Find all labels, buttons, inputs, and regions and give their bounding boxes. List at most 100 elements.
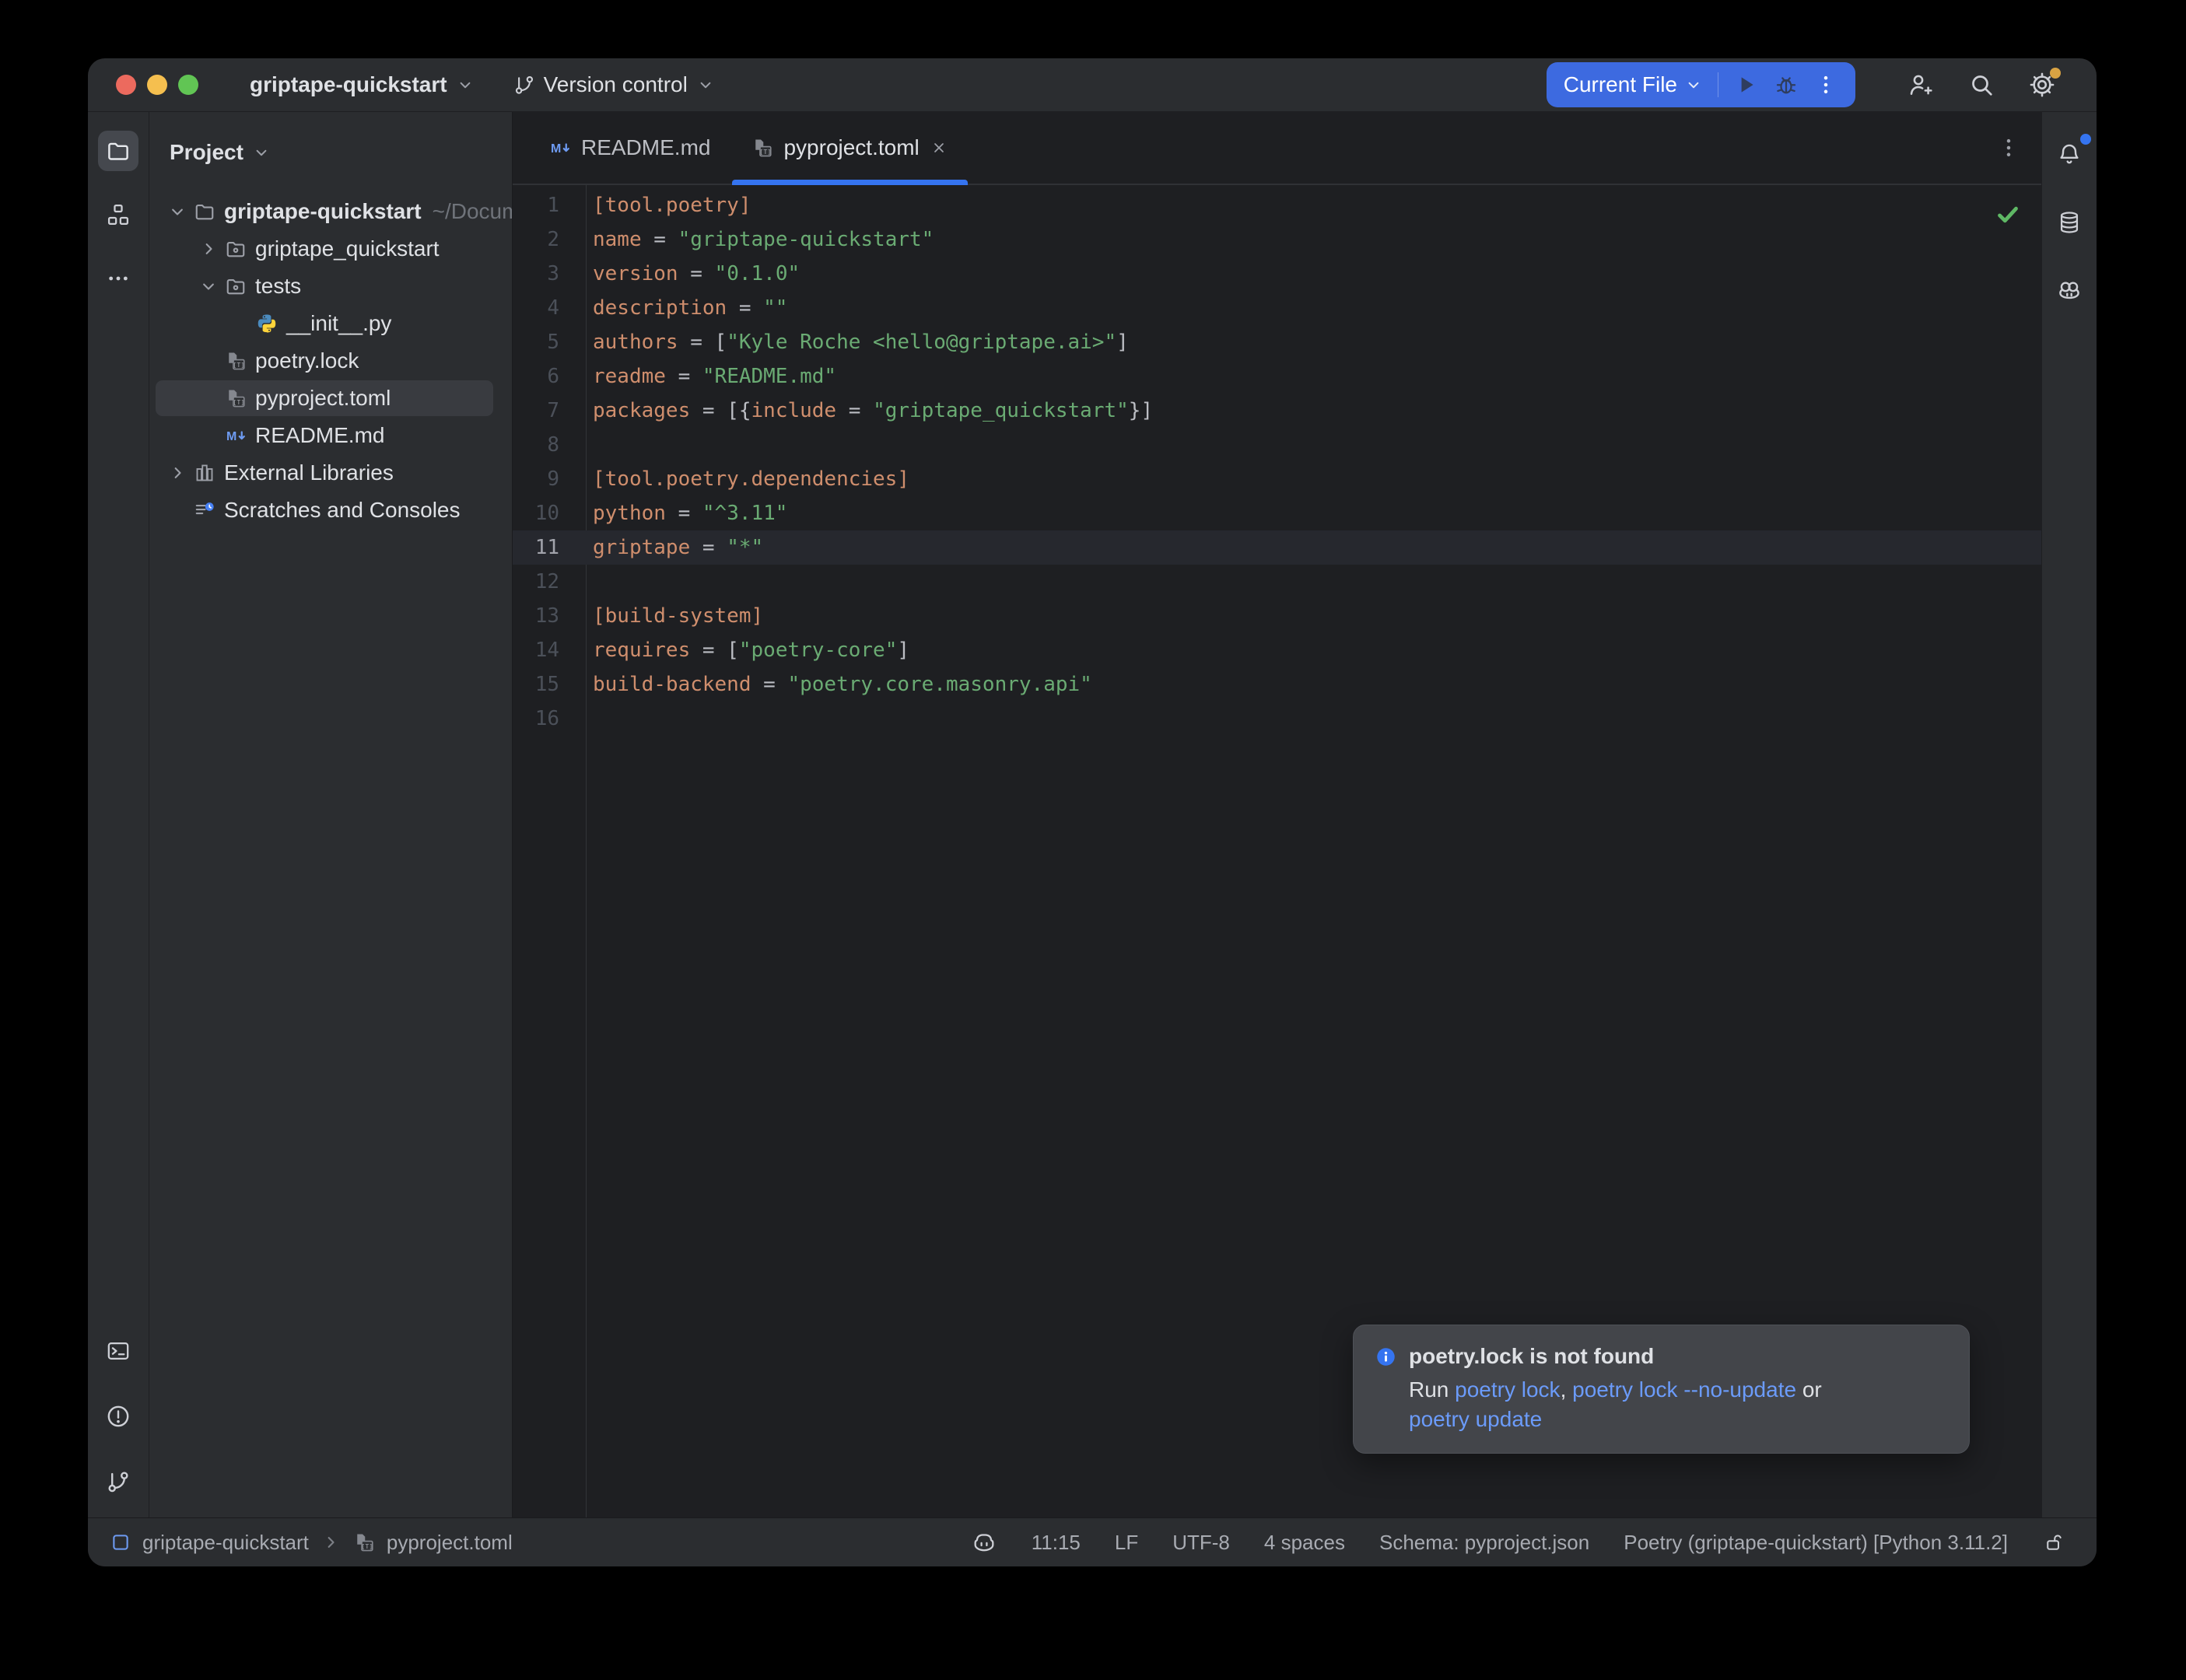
line-number: 15 — [513, 673, 559, 696]
code-line-7[interactable]: 7packages = [{include = "griptape_quicks… — [513, 394, 2041, 428]
run-button[interactable] — [1732, 72, 1759, 98]
minimize-window-button[interactable] — [147, 75, 167, 95]
run-config-selector[interactable]: Current File — [1564, 72, 1704, 97]
status-item[interactable]: 4 spaces — [1264, 1531, 1345, 1555]
line-number: 9 — [513, 467, 559, 491]
tree-item-poetry-lock[interactable]: poetry.lock — [149, 342, 512, 380]
title-bar: griptape-quickstart Version control Curr… — [88, 58, 2097, 112]
status-item[interactable]: Schema: pyproject.json — [1379, 1531, 1589, 1555]
code-line-10[interactable]: 10python = "^3.11" — [513, 496, 2041, 530]
ai-assistant-button[interactable] — [2049, 271, 2090, 311]
tree-item-tests[interactable]: tests — [149, 268, 512, 305]
chevron-down-icon — [251, 142, 271, 163]
terminal-button[interactable] — [98, 1331, 138, 1371]
line-number: 3 — [513, 262, 559, 285]
notification-balloon[interactable]: poetry.lock is not found Run poetry lock… — [1353, 1325, 1970, 1454]
code-line-6[interactable]: 6readme = "README.md" — [513, 359, 2041, 394]
debug-button[interactable] — [1773, 72, 1799, 98]
code-line-16[interactable]: 16 — [513, 702, 2041, 736]
tree-item-readme-md[interactable]: README.md — [149, 417, 512, 454]
notification-link[interactable]: poetry lock — [1455, 1377, 1560, 1402]
code-line-15[interactable]: 15build-backend = "poetry.core.masonry.a… — [513, 667, 2041, 702]
project-selector[interactable]: griptape-quickstart — [250, 72, 475, 97]
tab-options-kebab-icon[interactable] — [1996, 135, 2021, 160]
tree-item-griptape-quickstart[interactable]: griptape_quickstart — [149, 230, 512, 268]
copilot-icon[interactable] — [971, 1529, 997, 1556]
inspections-ok-check-icon[interactable] — [1995, 201, 2021, 227]
left-tool-rail — [88, 112, 149, 1517]
code-line-13[interactable]: 13[build-system] — [513, 599, 2041, 633]
tree-item-scratches-and-consoles[interactable]: Scratches and Consoles — [149, 492, 512, 529]
code-line-12[interactable]: 12 — [513, 565, 2041, 599]
database-button[interactable] — [2049, 202, 2090, 243]
code-line-9[interactable]: 9[tool.poetry.dependencies] — [513, 462, 2041, 496]
zoom-window-button[interactable] — [178, 75, 198, 95]
tree-item-griptape-quickstart[interactable]: griptape-quickstart~/Docume — [149, 193, 512, 230]
breadcrumb-project[interactable]: griptape-quickstart — [142, 1531, 309, 1555]
code-line-14[interactable]: 14requires = ["poetry-core"] — [513, 633, 2041, 667]
project-panel-header[interactable]: Project — [149, 112, 512, 170]
search-button[interactable] — [1964, 68, 1999, 102]
database-icon — [2056, 209, 2083, 236]
project-folder-button[interactable] — [98, 131, 138, 171]
notification-link[interactable]: poetry lock --no-update — [1572, 1377, 1796, 1402]
breadcrumb-file[interactable]: pyproject.toml — [387, 1531, 513, 1555]
toml-icon — [751, 136, 774, 159]
more-tool-windows-button[interactable] — [98, 258, 138, 299]
status-item[interactable]: UTF-8 — [1172, 1531, 1230, 1555]
tree-item-pyproject-toml[interactable]: pyproject.toml — [149, 380, 512, 417]
code-text: description = "" — [593, 296, 787, 320]
chevron-right-icon[interactable] — [162, 462, 193, 484]
project-widget-icon[interactable] — [110, 1531, 131, 1553]
structure-button[interactable] — [98, 194, 138, 235]
window-controls — [116, 75, 198, 95]
more-run-options-button[interactable] — [1813, 72, 1838, 97]
status-item[interactable]: 11:15 — [1032, 1531, 1081, 1555]
line-number: 11 — [513, 536, 559, 559]
code-line-1[interactable]: 1[tool.poetry] — [513, 188, 2041, 222]
unlocked-icon[interactable] — [2042, 1531, 2065, 1554]
toml-file-icon — [352, 1531, 376, 1554]
code-text: readme = "README.md" — [593, 365, 836, 388]
problems-icon — [105, 1403, 131, 1430]
code-line-11[interactable]: 11griptape = "*" — [513, 530, 2041, 565]
tree-item-external-libraries[interactable]: External Libraries — [149, 454, 512, 492]
run-config-label: Current File — [1564, 72, 1677, 97]
project-selector-label: griptape-quickstart — [250, 72, 447, 97]
code-editor[interactable]: 1[tool.poetry]2name = "griptape-quicksta… — [513, 185, 2041, 1517]
chevron-right-icon — [320, 1531, 342, 1553]
tab-pyproject-toml[interactable]: pyproject.toml — [730, 112, 969, 184]
code-line-5[interactable]: 5authors = ["Kyle Roche <hello@griptape.… — [513, 325, 2041, 359]
git-branch-button[interactable] — [98, 1461, 138, 1502]
scratches-icon — [193, 499, 216, 522]
add-user-button[interactable] — [1904, 68, 1938, 102]
code-line-3[interactable]: 3version = "0.1.0" — [513, 257, 2041, 291]
code-text: packages = [{include = "griptape_quickst… — [593, 399, 1153, 422]
python-icon — [255, 312, 279, 335]
line-number: 5 — [513, 331, 559, 354]
close-window-button[interactable] — [116, 75, 136, 95]
status-item[interactable]: LF — [1115, 1531, 1138, 1555]
run-widget: Current File — [1547, 62, 1855, 107]
chevron-down-icon[interactable] — [162, 201, 193, 222]
code-line-8[interactable]: 8 — [513, 428, 2041, 462]
settings-button[interactable] — [2025, 68, 2059, 102]
vcs-selector[interactable]: Version control — [513, 72, 716, 97]
tab-readme-md[interactable]: README.md — [528, 112, 730, 184]
chevron-down-icon[interactable] — [193, 275, 224, 297]
editor-tabs: README.mdpyproject.toml — [528, 112, 969, 184]
line-number: 14 — [513, 639, 559, 662]
close-tab-icon[interactable] — [929, 138, 949, 158]
status-item[interactable]: Poetry (griptape-quickstart) [Python 3.1… — [1624, 1531, 2008, 1555]
problems-button[interactable] — [98, 1396, 138, 1437]
vcs-selector-label: Version control — [544, 72, 688, 97]
line-number: 16 — [513, 707, 559, 730]
tree-item--init-py[interactable]: __init__.py — [149, 305, 512, 342]
notification-link[interactable]: poetry update — [1409, 1407, 1542, 1431]
badge-dot — [2080, 134, 2091, 145]
chevron-right-icon[interactable] — [193, 238, 224, 260]
code-line-4[interactable]: 4description = "" — [513, 291, 2041, 325]
notifications-button[interactable] — [2049, 134, 2090, 174]
code-line-2[interactable]: 2name = "griptape-quickstart" — [513, 222, 2041, 257]
search-icon — [1967, 71, 1995, 99]
